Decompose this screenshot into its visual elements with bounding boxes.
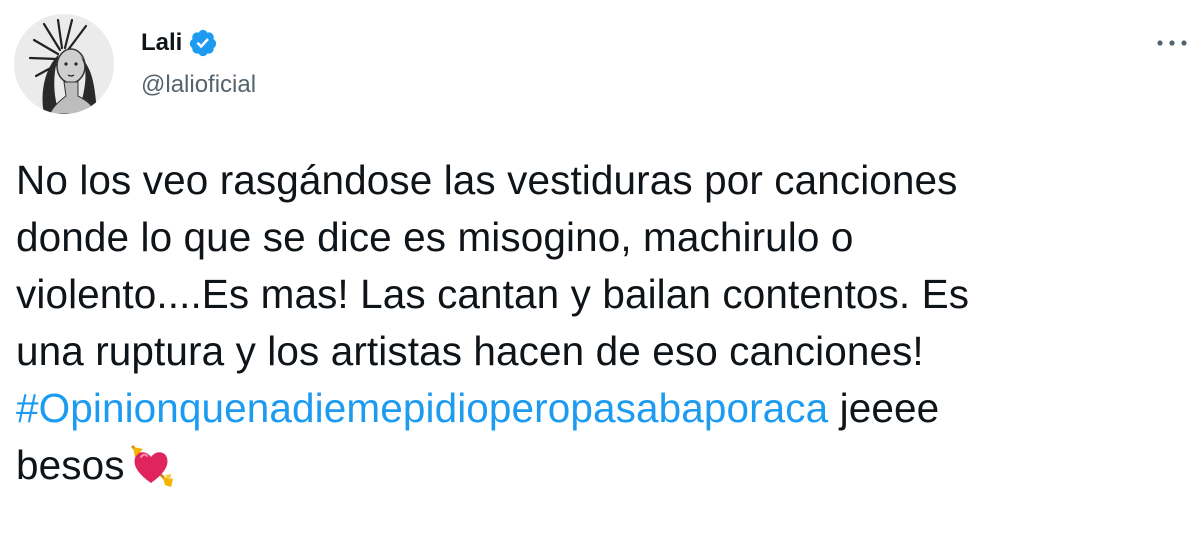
tweet-text-fragment: jeeee xyxy=(828,385,940,431)
tweet-text-line: una ruptura y los artistas hacen de eso … xyxy=(16,328,924,374)
tweet-text-line: besos xyxy=(16,437,1166,494)
more-options-icon xyxy=(1157,40,1187,46)
tweet-text-line: violento....Es mas! Las cantan y bailan … xyxy=(16,271,970,317)
verified-badge-icon xyxy=(188,28,218,58)
tweet-text-line: donde lo que se dice es misogino, machir… xyxy=(16,214,854,260)
author-name-row[interactable]: Lali xyxy=(141,28,218,58)
heart-with-arrow-emoji-icon xyxy=(127,441,175,489)
tweet-text-fragment: besos xyxy=(16,442,125,488)
tweet-text: No los veo rasgándose las vestiduras por… xyxy=(16,152,1166,494)
tweet-text-line: No los veo rasgándose las vestiduras por… xyxy=(16,157,958,203)
avatar-image xyxy=(14,14,114,114)
avatar[interactable] xyxy=(14,14,114,114)
tweet-card: Lali @lalioficial No los veo rasgándose … xyxy=(0,0,1200,533)
tweet-text-line: #Opinionquenadiemepidioperopasabaporaca … xyxy=(16,380,1166,437)
hashtag-link[interactable]: #Opinionquenadiemepidioperopasabaporaca xyxy=(16,385,828,431)
more-options-button[interactable] xyxy=(1152,28,1192,58)
display-name[interactable]: Lali xyxy=(141,28,182,58)
author-handle[interactable]: @lalioficial xyxy=(141,70,256,100)
